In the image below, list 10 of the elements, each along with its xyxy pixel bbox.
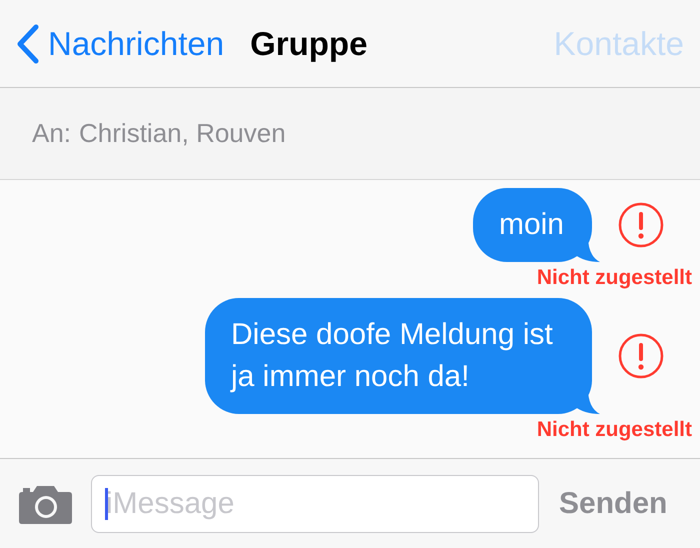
error-icon[interactable] bbox=[618, 333, 664, 379]
recipients-field[interactable]: Christian, Rouven bbox=[79, 114, 286, 153]
message-input-field[interactable]: iMessage bbox=[91, 474, 539, 532]
camera-icon[interactable] bbox=[18, 484, 73, 524]
recipients-label: An: bbox=[32, 117, 72, 150]
delivery-status: Nicht zugestellt bbox=[536, 266, 692, 290]
conversation-title: Gruppe bbox=[250, 24, 368, 64]
back-button[interactable]: Nachrichten bbox=[14, 18, 224, 68]
delivery-status: Nicht zugestellt bbox=[536, 418, 692, 442]
error-icon[interactable] bbox=[618, 202, 664, 248]
